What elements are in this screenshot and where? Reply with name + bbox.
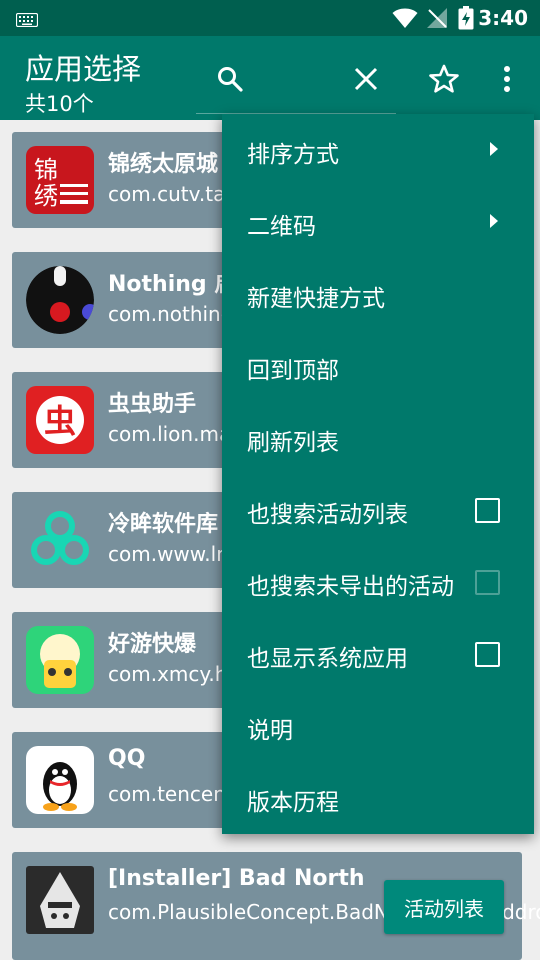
menu-item-help[interactable]: 说明 — [222, 690, 534, 762]
menu-item-label: 也搜索活动列表 — [247, 502, 408, 528]
more-vert-icon[interactable] — [490, 62, 524, 96]
menu-item-label: 回到顶部 — [247, 358, 339, 384]
app-bar: 应用选择 共10个 — [0, 36, 540, 120]
menu-item-refresh[interactable]: 刷新列表 — [222, 402, 534, 474]
menu-item-qrcode[interactable]: 二维码 — [222, 186, 534, 258]
keyboard-icon — [15, 12, 39, 31]
search-activities-checkbox[interactable] — [475, 498, 500, 523]
wifi-icon — [392, 7, 418, 33]
search-unexported-checkbox[interactable] — [475, 570, 500, 595]
page-title: 应用选择 — [25, 52, 142, 86]
menu-item-new-shortcut[interactable]: 新建快捷方式 — [222, 258, 534, 330]
app-icon-bad-north — [26, 866, 94, 934]
app-package: com.lion.ma — [108, 422, 232, 446]
submenu-arrow-icon — [490, 214, 498, 228]
overflow-menu: 排序方式 二维码 新建快捷方式 回到顶部 刷新列表 也搜索活动列表 也搜索未导出… — [222, 114, 534, 834]
svg-text:锦: 锦 — [34, 156, 58, 184]
app-package: com.PlausibleConcept.BadNorthFull.moddro… — [108, 900, 540, 924]
app-icon-haoyou — [26, 626, 94, 694]
app-icon-nothing — [26, 266, 94, 334]
app-icon-chongchong: 虫 — [26, 386, 94, 454]
status-bar: 3:40 — [0, 0, 540, 36]
activity-list-button[interactable]: 活动列表 — [384, 880, 504, 934]
svg-text:绣: 绣 — [34, 182, 58, 210]
no-signal-icon — [426, 7, 448, 33]
app-count: 共10个 — [25, 92, 94, 116]
menu-item-search-unexported[interactable]: 也搜索未导出的活动 — [222, 546, 534, 618]
menu-item-label: 也搜索未导出的活动 — [247, 574, 454, 600]
app-icon-biohazard — [26, 506, 94, 574]
app-name: 冷眸软件库 — [108, 512, 219, 537]
menu-item-changelog[interactable]: 版本历程 — [222, 762, 534, 834]
app-icon-qq — [26, 746, 94, 814]
clock: 3:40 — [478, 6, 528, 30]
menu-item-back-to-top[interactable]: 回到顶部 — [222, 330, 534, 402]
app-package: com.tencent — [108, 782, 234, 806]
menu-item-search-activities[interactable]: 也搜索活动列表 — [222, 474, 534, 546]
menu-item-label: 新建快捷方式 — [247, 286, 385, 312]
menu-item-label: 刷新列表 — [247, 430, 339, 456]
app-name: 好游快爆 — [108, 632, 197, 657]
menu-item-show-system-apps[interactable]: 也显示系统应用 — [222, 618, 534, 690]
menu-item-label: 版本历程 — [247, 790, 339, 816]
menu-item-label: 也显示系统应用 — [247, 646, 408, 672]
app-package: com.www.ln — [108, 542, 229, 566]
app-name: Nothing 启 — [108, 272, 237, 297]
app-name: [Installer] Bad North — [108, 866, 365, 891]
show-system-apps-checkbox[interactable] — [475, 642, 500, 667]
close-icon[interactable] — [349, 62, 383, 96]
search-icon[interactable] — [213, 62, 247, 96]
menu-item-label: 说明 — [247, 718, 293, 744]
app-name: 虫虫助手 — [108, 392, 197, 417]
app-package: com.xmcy.hy — [108, 662, 240, 686]
menu-item-label: 排序方式 — [247, 142, 339, 168]
list-item[interactable]: [Installer] Bad North com.PlausibleConce… — [12, 852, 540, 960]
app-icon-jinxiu: 锦绣 — [26, 146, 94, 214]
app-package: com.nothing — [108, 302, 234, 326]
submenu-arrow-icon — [490, 142, 498, 156]
app-package: com.cutv.tai — [108, 182, 231, 206]
menu-item-sort[interactable]: 排序方式 — [222, 114, 534, 186]
menu-item-label: 二维码 — [247, 214, 316, 240]
battery-charging-icon — [458, 6, 474, 34]
app-name: QQ — [108, 746, 146, 771]
svg-text:虫: 虫 — [44, 402, 76, 440]
star-icon[interactable] — [427, 62, 461, 96]
app-name: 锦绣太原城 — [108, 152, 219, 177]
